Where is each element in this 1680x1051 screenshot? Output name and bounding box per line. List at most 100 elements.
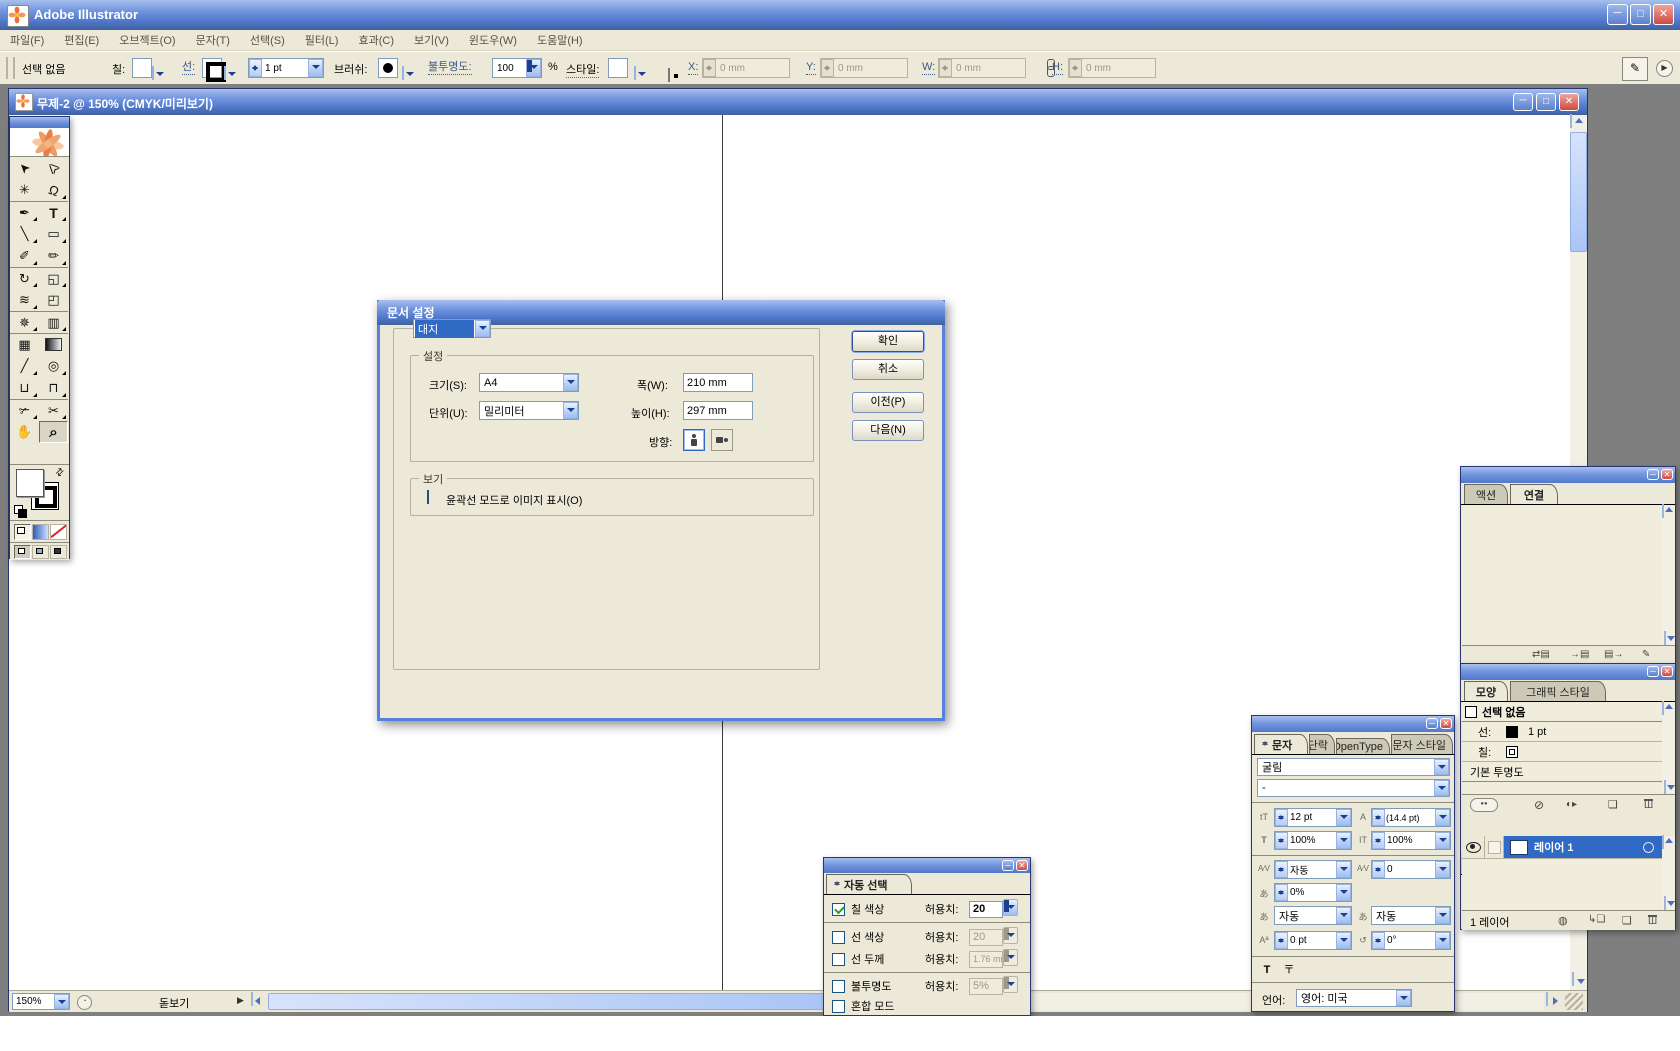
orientation-portrait-button[interactable] xyxy=(683,429,705,451)
x-label[interactable]: X: xyxy=(688,61,698,75)
vertical-scale-combo[interactable]: 100% xyxy=(1371,831,1451,850)
eyedropper-tool-icon[interactable]: ╱ xyxy=(10,355,39,377)
links-minimize-button[interactable]: ─ xyxy=(1647,469,1659,480)
font-size-spinner[interactable] xyxy=(1275,809,1288,826)
fill-swatch[interactable] xyxy=(132,58,152,78)
color-button[interactable] xyxy=(14,524,31,540)
tab-graphic-styles[interactable]: 그래픽 스타일 xyxy=(1510,681,1606,701)
free-transform-tool-icon[interactable]: ◰ xyxy=(39,289,68,311)
character-rotation-combo[interactable]: 0° xyxy=(1371,931,1451,950)
tsume-combo[interactable]: 0% xyxy=(1274,883,1352,902)
vertical-scroll-thumb[interactable] xyxy=(1570,132,1587,252)
appearance-close-button[interactable]: ✕ xyxy=(1661,666,1673,677)
symbol-sprayer-tool-icon[interactable]: ✵ xyxy=(10,311,39,333)
blend-mode-checkbox[interactable] xyxy=(832,1000,845,1013)
character-palette-titlebar[interactable]: ─ ✕ xyxy=(1252,716,1454,732)
pencil-tool-icon[interactable]: ✏ xyxy=(39,245,68,267)
horizontal-scale-spinner[interactable] xyxy=(1275,832,1288,849)
zoom-tool-icon[interactable]: ⌕ xyxy=(39,421,68,443)
gradient-button[interactable] xyxy=(32,524,49,540)
horizontal-scroll-thumb[interactable] xyxy=(268,993,828,1010)
appearance-scrollbar[interactable] xyxy=(1662,702,1675,794)
layers-scroll-down[interactable] xyxy=(1664,896,1666,910)
aki-right-dropdown[interactable] xyxy=(1435,907,1450,924)
baseline-shift-combo[interactable]: 0 pt xyxy=(1274,931,1352,950)
scale-tool-icon[interactable]: ◱ xyxy=(39,267,68,289)
size-combo[interactable]: A4 xyxy=(479,373,579,392)
document-titlebar[interactable]: 무제-2 @ 150% (CMYK/미리보기) ─ □ ✕ xyxy=(9,89,1587,115)
tracking-spinner[interactable] xyxy=(1372,861,1385,878)
links-scrollbar[interactable] xyxy=(1662,505,1675,645)
stroke-dropdown-button[interactable] xyxy=(224,66,226,80)
relink-icon[interactable]: ⇄▤ xyxy=(1532,649,1550,660)
opacity-checkbox[interactable] xyxy=(832,980,845,993)
status-popup-arrow-icon[interactable]: ▶ xyxy=(237,995,244,1006)
fill-tolerance-slider-button[interactable] xyxy=(1003,899,1018,916)
column-graph-tool-icon[interactable]: ▥ xyxy=(39,311,68,333)
new-sublayer-icon[interactable]: ↳❏ xyxy=(1588,914,1605,925)
stroke-weight-dropdown[interactable] xyxy=(308,59,323,77)
menu-type[interactable]: 문자(T) xyxy=(186,32,240,48)
control-bar-menu-button[interactable]: ▶ xyxy=(1656,60,1673,77)
aki-left-dropdown[interactable] xyxy=(1336,907,1351,924)
tsume-spinner[interactable] xyxy=(1275,884,1288,901)
appearance-row-no-selection[interactable]: 선택 없음 xyxy=(1462,702,1662,722)
tab-magic-wand[interactable]: 자동 선택 xyxy=(826,874,912,894)
stroke-color-checkbox[interactable] xyxy=(832,931,845,944)
tsume-dropdown[interactable] xyxy=(1336,884,1351,901)
slice-tool-icon[interactable]: ✃ xyxy=(10,399,39,421)
vertical-scale-spinner[interactable] xyxy=(1372,832,1385,849)
unit-combo[interactable]: 밀리미터 xyxy=(479,401,579,420)
duplicate-item-icon[interactable]: ◐▸ xyxy=(1566,799,1577,810)
character-rotation-spinner[interactable] xyxy=(1372,932,1385,949)
scroll-down-button[interactable] xyxy=(1572,972,1574,986)
menu-window[interactable]: 윈도우(W) xyxy=(459,32,527,48)
links-close-button[interactable]: ✕ xyxy=(1661,469,1673,480)
pen-tool-icon[interactable]: ✒ xyxy=(10,201,39,223)
control-palette-icon[interactable]: ✎ xyxy=(1622,57,1648,81)
language-combo[interactable]: 영어: 미국 xyxy=(1296,989,1412,1007)
links-palette-titlebar[interactable]: ─ ✕ xyxy=(1461,467,1675,483)
new-layer-icon[interactable]: ❏ xyxy=(1622,914,1632,927)
toolbox-titlebar[interactable] xyxy=(10,117,69,128)
leading-spinner[interactable] xyxy=(1372,809,1385,826)
stroke-weight-combo[interactable]: 1 pt xyxy=(248,58,324,78)
opacity-label[interactable]: 불투명도: xyxy=(428,61,472,75)
magic-wand-tool-icon[interactable]: ✳ xyxy=(10,179,39,201)
opacity-field[interactable]: 100 xyxy=(492,58,542,78)
appearance-row-transparency[interactable]: 기본 투명도 xyxy=(1462,762,1662,782)
tab-appearance[interactable]: 모양 xyxy=(1464,681,1508,701)
menu-object[interactable]: 오브젝트(O) xyxy=(109,32,185,48)
opacity-popup-button[interactable] xyxy=(526,59,541,77)
scroll-left-button[interactable] xyxy=(251,992,253,1006)
zoom-level-combo[interactable]: 150% xyxy=(12,993,70,1010)
layers-scroll-up[interactable] xyxy=(1662,835,1664,849)
tracking-dropdown[interactable] xyxy=(1435,861,1450,878)
stroke-weight-spinner[interactable] xyxy=(249,59,262,77)
layers-trash-icon[interactable]: Ш xyxy=(1648,915,1657,926)
rectangle-tool-icon[interactable]: ▭ xyxy=(39,223,68,245)
appearance-minimize-button[interactable]: ─ xyxy=(1647,666,1659,677)
text-style-button-2[interactable]: 〒 xyxy=(1280,962,1298,978)
stroke-label[interactable]: 선: xyxy=(182,61,195,75)
document-minimize-button[interactable]: ─ xyxy=(1513,93,1533,111)
font-size-dropdown[interactable] xyxy=(1336,809,1351,826)
y-label[interactable]: Y: xyxy=(806,61,816,75)
outline-view-checkbox[interactable] xyxy=(427,490,429,504)
tab-character-styles[interactable]: 문자 스타일 xyxy=(1391,734,1453,754)
character-close-button[interactable]: ✕ xyxy=(1440,718,1452,729)
tab-actions[interactable]: 액션 xyxy=(1464,484,1508,504)
maximize-button[interactable]: □ xyxy=(1630,4,1651,25)
appearance-row-stroke[interactable]: 선: 1 pt xyxy=(1462,722,1662,742)
resize-grip[interactable] xyxy=(1565,993,1583,1010)
layer-lock-cell[interactable] xyxy=(1485,836,1504,858)
appearance-scroll-down[interactable] xyxy=(1664,780,1666,794)
style-swatch[interactable] xyxy=(608,58,628,78)
layer-target-icon[interactable] xyxy=(1643,842,1654,853)
lasso-tool-icon[interactable]: Ω xyxy=(39,179,68,201)
update-link-icon[interactable]: ▤→ xyxy=(1604,649,1623,660)
full-screen-mode-button[interactable] xyxy=(50,545,67,559)
menu-edit[interactable]: 편집(E) xyxy=(54,32,109,48)
character-rotation-dropdown[interactable] xyxy=(1435,932,1450,949)
hand-tool-icon[interactable]: ✋ xyxy=(10,421,39,443)
